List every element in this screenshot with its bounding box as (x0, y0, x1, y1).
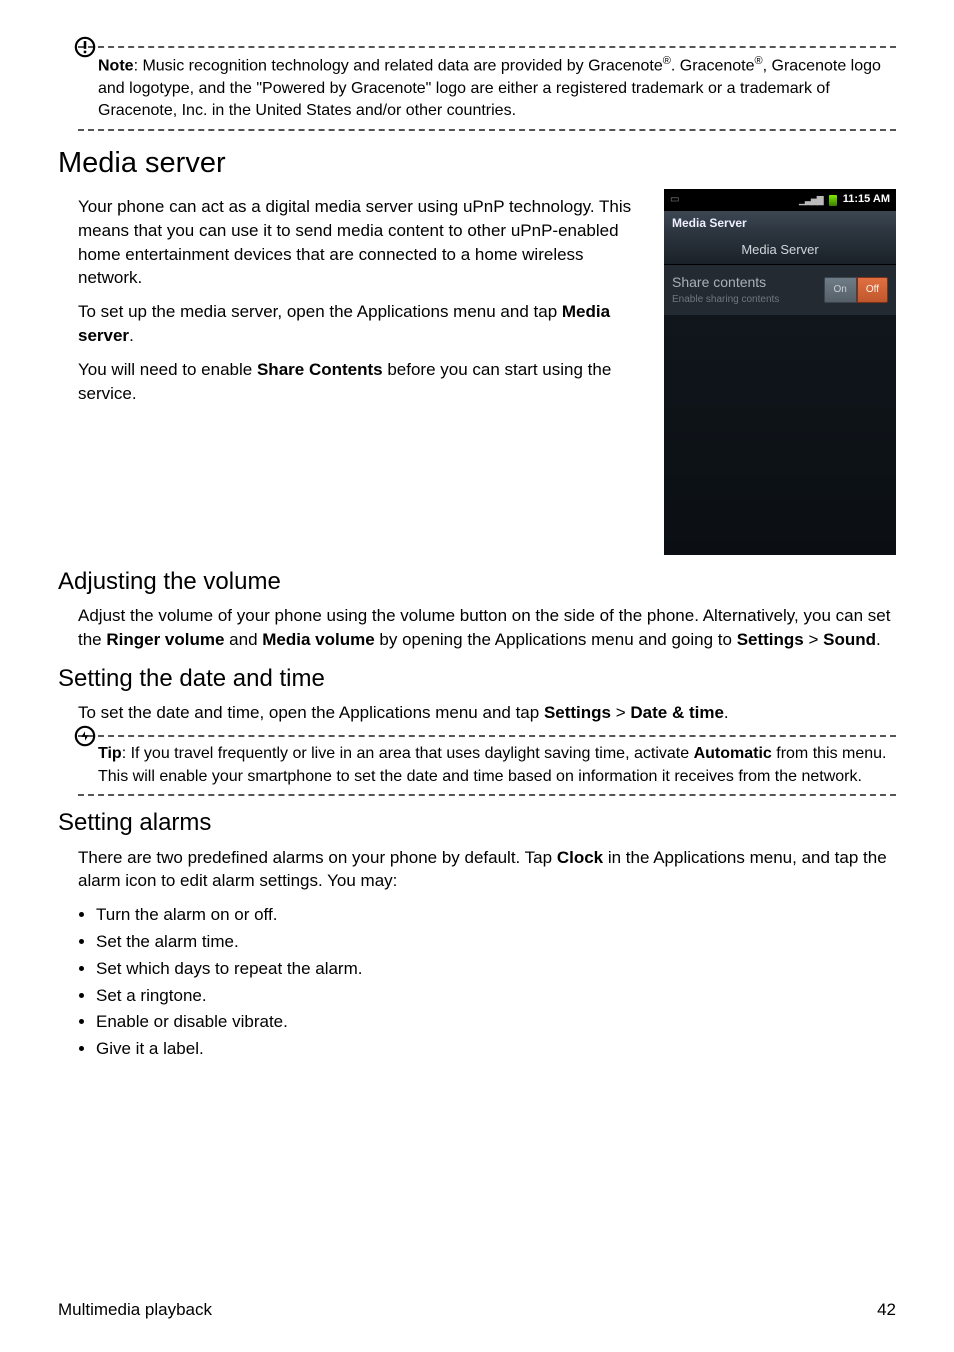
phone-tab: Media Server (664, 236, 896, 265)
paragraph: To set the date and time, open the Appli… (78, 701, 896, 725)
tip-callout: Tip: If you travel frequently or live in… (78, 735, 896, 796)
note-callout: Note: Music recognition technology and r… (78, 46, 896, 131)
list-item: Set the alarm time. (96, 930, 896, 954)
note-text: Note: Music recognition technology and r… (78, 48, 896, 129)
battery-icon (829, 195, 837, 206)
signal-icon: ▁▃▅▇ (799, 194, 823, 207)
heading-date-time: Setting the date and time (58, 662, 896, 696)
phone-screenshot: ▭ ▁▃▅▇ 11:15 AM Media Server Media Serve… (664, 189, 896, 555)
footer-section: Multimedia playback (58, 1298, 212, 1322)
list-item: Set which days to repeat the alarm. (96, 957, 896, 981)
phone-titlebar: Media Server (664, 211, 896, 236)
paragraph: Adjust the volume of your phone using th… (78, 604, 896, 652)
list-item: Turn the alarm on or off. (96, 903, 896, 927)
paragraph: Your phone can act as a digital media se… (78, 195, 650, 290)
list-item: Enable or disable vibrate. (96, 1010, 896, 1034)
phone-time: 11:15 AM (843, 192, 890, 207)
divider (78, 794, 896, 796)
phone-row-main: Share contents (672, 273, 824, 293)
toggle-on: On (824, 277, 857, 303)
phone-statusbar: ▭ ▁▃▅▇ 11:15 AM (664, 189, 896, 211)
phone-setting-row: Share contents Enable sharing contents O… (664, 265, 896, 315)
heading-media-server: Media server (58, 143, 896, 184)
sim-icon: ▭ (670, 193, 679, 207)
phone-empty-area (664, 315, 896, 555)
page-footer: Multimedia playback 42 (58, 1268, 896, 1322)
alarm-options-list: Turn the alarm on or off. Set the alarm … (78, 903, 896, 1061)
heading-volume: Adjusting the volume (58, 565, 896, 599)
tip-icon (74, 725, 96, 747)
paragraph: You will need to enable Share Contents b… (78, 358, 650, 406)
phone-toggle: On Off (824, 277, 889, 303)
list-item: Set a ringtone. (96, 984, 896, 1008)
footer-page-number: 42 (877, 1298, 896, 1322)
list-item: Give it a label. (96, 1037, 896, 1061)
phone-row-sub: Enable sharing contents (672, 293, 824, 307)
warning-icon (74, 36, 96, 58)
paragraph: There are two predefined alarms on your … (78, 846, 896, 894)
heading-alarms: Setting alarms (58, 806, 896, 840)
divider (78, 129, 896, 131)
toggle-off: Off (857, 277, 888, 303)
tip-text: Tip: If you travel frequently or live in… (78, 737, 896, 794)
paragraph: To set up the media server, open the App… (78, 300, 650, 348)
